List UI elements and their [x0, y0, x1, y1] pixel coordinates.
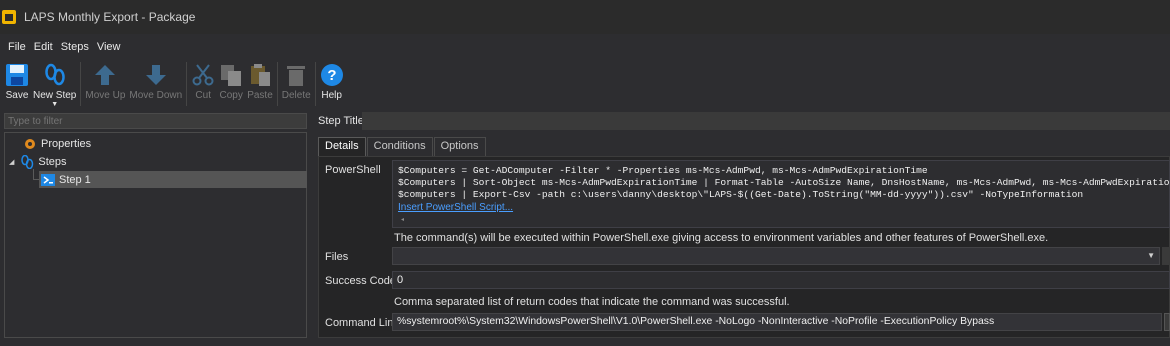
copy-icon [221, 65, 242, 86]
footsteps-icon [21, 154, 34, 169]
tree-item-label: Properties [41, 137, 92, 150]
copy-label: Copy [219, 90, 243, 101]
arrow-up-icon [95, 65, 116, 85]
help-button[interactable]: ? Help [318, 60, 346, 108]
step-title-input[interactable] [362, 112, 1170, 130]
powershell-icon [41, 173, 55, 186]
tree-item-properties[interactable]: Properties [23, 135, 91, 152]
toolbar-separator [276, 62, 278, 106]
success-codes-field[interactable]: 0 [392, 271, 1170, 289]
new-step-button[interactable]: New Step ▼ [31, 60, 78, 108]
move-up-button[interactable]: Move Up [83, 60, 127, 108]
move-down-button[interactable]: Move Down [127, 60, 184, 108]
powershell-hint: The command(s) will be executed within P… [394, 232, 1049, 244]
paste-button[interactable]: Paste [245, 60, 275, 108]
help-label: Help [321, 90, 342, 101]
files-scrollbar[interactable] [1162, 247, 1170, 265]
filter-input[interactable] [4, 113, 307, 129]
toolbar-separator [80, 62, 82, 106]
tab-conditions[interactable]: Conditions [366, 137, 433, 156]
menu-steps[interactable]: Steps [57, 41, 93, 53]
command-line-scrollbar[interactable] [1164, 313, 1170, 331]
powershell-editor[interactable]: $Computers = Get-ADComputer -Filter * -P… [392, 160, 1170, 228]
save-button[interactable]: Save [3, 60, 31, 108]
copy-button[interactable]: Copy [217, 60, 245, 108]
powershell-line: $Computers = Get-ADComputer -Filter * -P… [398, 165, 928, 176]
delete-button[interactable]: Delete [280, 60, 313, 108]
toolbar: Save New Step ▼ Move Up Move Down Cut Co… [0, 60, 1170, 110]
insert-powershell-script-link[interactable]: Insert PowerShell Script... [398, 202, 513, 213]
powershell-line: $Computers | Sort-Object ms-Mcs-AdmPwdEx… [398, 177, 1170, 188]
chevron-down-icon[interactable]: ▼ [1147, 251, 1155, 260]
tree-connector [33, 169, 34, 179]
tab-options[interactable]: Options [433, 137, 486, 156]
powershell-line: $computers | Export-Csv -path c:\users\d… [398, 189, 1084, 200]
help-icon: ? [320, 64, 343, 86]
cut-button[interactable]: Cut [189, 60, 217, 108]
success-codes-label: Success Codes [325, 275, 402, 287]
scroll-arrow-icon[interactable]: ◂ [401, 216, 404, 223]
paste-icon [250, 64, 270, 86]
scissors-icon [192, 64, 214, 86]
tab-details[interactable]: Details [318, 137, 366, 156]
tree-item-label: Steps [38, 155, 67, 168]
window-title: LAPS Monthly Export - Package [24, 10, 196, 24]
trash-icon [287, 66, 306, 86]
tree-item-steps[interactable]: ◢ Steps [9, 153, 67, 170]
app-icon [2, 10, 16, 24]
gear-icon [25, 138, 35, 149]
toolbar-separator [186, 62, 188, 106]
svg-text:?: ? [327, 67, 336, 84]
success-codes-hint: Comma separated list of return codes tha… [394, 296, 790, 308]
chevron-down-icon: ▼ [51, 101, 59, 108]
move-up-label: Move Up [85, 90, 126, 101]
package-tree: Properties ◢ Steps Step 1 [4, 132, 307, 338]
paste-label: Paste [247, 90, 273, 101]
toolbar-separator [314, 62, 316, 106]
menu-view[interactable]: View [93, 41, 125, 53]
footsteps-icon [44, 63, 65, 86]
delete-label: Delete [281, 90, 311, 101]
move-down-label: Move Down [129, 90, 183, 101]
menu-bar: File Edit Steps View [0, 38, 1170, 56]
menu-file[interactable]: File [4, 41, 30, 53]
powershell-label: PowerShell [325, 164, 381, 176]
files-label: Files [325, 251, 349, 263]
cut-label: Cut [195, 90, 211, 101]
files-dropdown[interactable]: ▼ [392, 247, 1160, 265]
tree-item-label: Step 1 [59, 173, 91, 186]
title-bar: LAPS Monthly Export - Package [0, 0, 1170, 34]
step-title-label: Step Title [318, 115, 364, 127]
new-step-label: New Step [33, 90, 77, 101]
command-line-label: Command Line [325, 317, 400, 329]
expand-arrow-icon[interactable]: ◢ [9, 158, 14, 166]
save-icon [6, 64, 28, 86]
arrow-down-icon [145, 65, 166, 85]
command-line-field[interactable]: %systemroot%\System32\WindowsPowerShell\… [392, 313, 1162, 331]
tree-item-step-1[interactable]: Step 1 [39, 171, 307, 188]
tab-strip: Details Conditions Options [318, 137, 487, 156]
menu-edit[interactable]: Edit [30, 41, 57, 53]
save-label: Save [5, 90, 29, 101]
